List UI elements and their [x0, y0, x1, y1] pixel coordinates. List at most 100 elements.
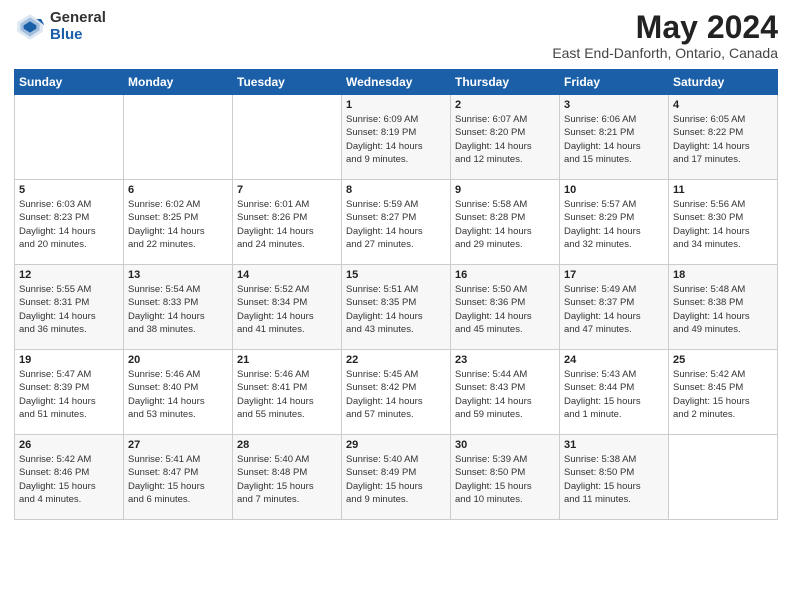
day-cell: 19 Sunrise: 5:47 AM Sunset: 8:39 PM Dayli… — [15, 350, 124, 435]
day-number: 21 — [237, 354, 337, 366]
day-content: Sunrise: 5:47 AM Sunset: 8:39 PM Dayligh… — [19, 368, 119, 421]
week-row-5: 26 Sunrise: 5:42 AM Sunset: 8:46 PM Dayli… — [15, 435, 778, 520]
day-number: 22 — [346, 354, 446, 366]
day-cell: 7 Sunrise: 6:01 AM Sunset: 8:26 PM Daylig… — [233, 180, 342, 265]
day-content: Sunrise: 5:42 AM Sunset: 8:46 PM Dayligh… — [19, 453, 119, 506]
day-number: 29 — [346, 439, 446, 451]
week-row-2: 5Sunrise: 6:03 AM Sunset: 8:23 PM Daylig… — [15, 180, 778, 265]
day-content: Sunrise: 5:45 AM Sunset: 8:42 PM Dayligh… — [346, 368, 446, 421]
week-row-4: 19 Sunrise: 5:47 AM Sunset: 8:39 PM Dayli… — [15, 350, 778, 435]
day-content: Sunrise: 5:50 AM Sunset: 8:36 PM Dayligh… — [455, 283, 555, 336]
day-cell: 1 Sunrise: 6:09 AM Sunset: 8:19 PM Daylig… — [342, 95, 451, 180]
day-cell: 29 Sunrise: 5:40 AM Sunset: 8:49 PM Dayli… — [342, 435, 451, 520]
day-cell — [15, 95, 124, 180]
day-number: 24 — [564, 354, 664, 366]
day-number: 13 — [128, 269, 228, 281]
day-number: 14 — [237, 269, 337, 281]
calendar-table: SundayMondayTuesdayWednesdayThursdayFrid… — [14, 69, 778, 520]
day-content: Sunrise: 6:07 AM Sunset: 8:20 PM Dayligh… — [455, 113, 555, 166]
day-cell: 3Sunrise: 6:06 AM Sunset: 8:21 PM Daylig… — [560, 95, 669, 180]
day-number: 27 — [128, 439, 228, 451]
day-content: Sunrise: 5:40 AM Sunset: 8:48 PM Dayligh… — [237, 453, 337, 506]
day-cell: 10 Sunrise: 5:57 AM Sunset: 8:29 PM Dayli… — [560, 180, 669, 265]
day-number: 20 — [128, 354, 228, 366]
logo-icon — [14, 11, 46, 43]
day-content: Sunrise: 5:49 AM Sunset: 8:37 PM Dayligh… — [564, 283, 664, 336]
day-content: Sunrise: 5:52 AM Sunset: 8:34 PM Dayligh… — [237, 283, 337, 336]
day-content: Sunrise: 6:01 AM Sunset: 8:26 PM Dayligh… — [237, 198, 337, 251]
logo-text: General Blue — [50, 10, 106, 43]
day-cell: 24 Sunrise: 5:43 AM Sunset: 8:44 PM Dayli… — [560, 350, 669, 435]
logo: General Blue — [14, 10, 106, 43]
day-cell: 4Sunrise: 6:05 AM Sunset: 8:22 PM Daylig… — [669, 95, 778, 180]
day-cell: 13Sunrise: 5:54 AM Sunset: 8:33 PM Dayli… — [124, 265, 233, 350]
day-content: Sunrise: 5:48 AM Sunset: 8:38 PM Dayligh… — [673, 283, 773, 336]
day-cell: 31Sunrise: 5:38 AM Sunset: 8:50 PM Dayli… — [560, 435, 669, 520]
col-header-sunday: Sunday — [15, 70, 124, 95]
day-cell: 11 Sunrise: 5:56 AM Sunset: 8:30 PM Dayli… — [669, 180, 778, 265]
day-number: 10 — [564, 184, 664, 196]
col-header-wednesday: Wednesday — [342, 70, 451, 95]
day-number: 26 — [19, 439, 119, 451]
day-number: 19 — [19, 354, 119, 366]
day-number: 11 — [673, 184, 773, 196]
day-cell: 21Sunrise: 5:46 AM Sunset: 8:41 PM Dayli… — [233, 350, 342, 435]
day-cell: 30 Sunrise: 5:39 AM Sunset: 8:50 PM Dayli… — [451, 435, 560, 520]
day-number: 2 — [455, 99, 555, 111]
day-number: 12 — [19, 269, 119, 281]
day-content: Sunrise: 6:03 AM Sunset: 8:23 PM Dayligh… — [19, 198, 119, 251]
day-content: Sunrise: 6:05 AM Sunset: 8:22 PM Dayligh… — [673, 113, 773, 166]
day-content: Sunrise: 5:40 AM Sunset: 8:49 PM Dayligh… — [346, 453, 446, 506]
day-cell: 23 Sunrise: 5:44 AM Sunset: 8:43 PM Dayli… — [451, 350, 560, 435]
day-content: Sunrise: 5:59 AM Sunset: 8:27 PM Dayligh… — [346, 198, 446, 251]
day-cell — [124, 95, 233, 180]
day-cell: 25Sunrise: 5:42 AM Sunset: 8:45 PM Dayli… — [669, 350, 778, 435]
day-content: Sunrise: 5:41 AM Sunset: 8:47 PM Dayligh… — [128, 453, 228, 506]
day-content: Sunrise: 5:58 AM Sunset: 8:28 PM Dayligh… — [455, 198, 555, 251]
day-cell — [669, 435, 778, 520]
day-cell: 15Sunrise: 5:51 AM Sunset: 8:35 PM Dayli… — [342, 265, 451, 350]
day-number: 16 — [455, 269, 555, 281]
day-content: Sunrise: 5:44 AM Sunset: 8:43 PM Dayligh… — [455, 368, 555, 421]
day-content: Sunrise: 5:43 AM Sunset: 8:44 PM Dayligh… — [564, 368, 664, 421]
day-content: Sunrise: 5:57 AM Sunset: 8:29 PM Dayligh… — [564, 198, 664, 251]
day-number: 18 — [673, 269, 773, 281]
day-number: 1 — [346, 99, 446, 111]
logo-blue-text: Blue — [50, 27, 106, 44]
day-cell — [233, 95, 342, 180]
day-cell: 26 Sunrise: 5:42 AM Sunset: 8:46 PM Dayli… — [15, 435, 124, 520]
title-block: May 2024 East End-Danforth, Ontario, Can… — [552, 10, 778, 61]
day-cell: 20Sunrise: 5:46 AM Sunset: 8:40 PM Dayli… — [124, 350, 233, 435]
col-header-monday: Monday — [124, 70, 233, 95]
day-number: 17 — [564, 269, 664, 281]
day-cell: 2 Sunrise: 6:07 AM Sunset: 8:20 PM Daylig… — [451, 95, 560, 180]
day-number: 7 — [237, 184, 337, 196]
col-header-friday: Friday — [560, 70, 669, 95]
header-row: SundayMondayTuesdayWednesdayThursdayFrid… — [15, 70, 778, 95]
day-content: Sunrise: 6:09 AM Sunset: 8:19 PM Dayligh… — [346, 113, 446, 166]
day-content: Sunrise: 5:42 AM Sunset: 8:45 PM Dayligh… — [673, 368, 773, 421]
day-content: Sunrise: 5:39 AM Sunset: 8:50 PM Dayligh… — [455, 453, 555, 506]
day-cell: 14 Sunrise: 5:52 AM Sunset: 8:34 PM Dayli… — [233, 265, 342, 350]
week-row-1: 1 Sunrise: 6:09 AM Sunset: 8:19 PM Daylig… — [15, 95, 778, 180]
day-cell: 5Sunrise: 6:03 AM Sunset: 8:23 PM Daylig… — [15, 180, 124, 265]
day-cell: 27 Sunrise: 5:41 AM Sunset: 8:47 PM Dayli… — [124, 435, 233, 520]
col-header-tuesday: Tuesday — [233, 70, 342, 95]
day-number: 23 — [455, 354, 555, 366]
calendar-title: May 2024 — [552, 10, 778, 45]
header: General Blue May 2024 East End-Danforth,… — [14, 10, 778, 61]
week-row-3: 12 Sunrise: 5:55 AM Sunset: 8:31 PM Dayli… — [15, 265, 778, 350]
day-cell: 28 Sunrise: 5:40 AM Sunset: 8:48 PM Dayli… — [233, 435, 342, 520]
day-content: Sunrise: 5:51 AM Sunset: 8:35 PM Dayligh… — [346, 283, 446, 336]
day-number: 30 — [455, 439, 555, 451]
day-number: 8 — [346, 184, 446, 196]
day-content: Sunrise: 5:55 AM Sunset: 8:31 PM Dayligh… — [19, 283, 119, 336]
col-header-saturday: Saturday — [669, 70, 778, 95]
day-content: Sunrise: 5:56 AM Sunset: 8:30 PM Dayligh… — [673, 198, 773, 251]
day-number: 28 — [237, 439, 337, 451]
day-content: Sunrise: 6:06 AM Sunset: 8:21 PM Dayligh… — [564, 113, 664, 166]
col-header-thursday: Thursday — [451, 70, 560, 95]
day-cell: 8 Sunrise: 5:59 AM Sunset: 8:27 PM Daylig… — [342, 180, 451, 265]
day-cell: 18 Sunrise: 5:48 AM Sunset: 8:38 PM Dayli… — [669, 265, 778, 350]
day-content: Sunrise: 6:02 AM Sunset: 8:25 PM Dayligh… — [128, 198, 228, 251]
